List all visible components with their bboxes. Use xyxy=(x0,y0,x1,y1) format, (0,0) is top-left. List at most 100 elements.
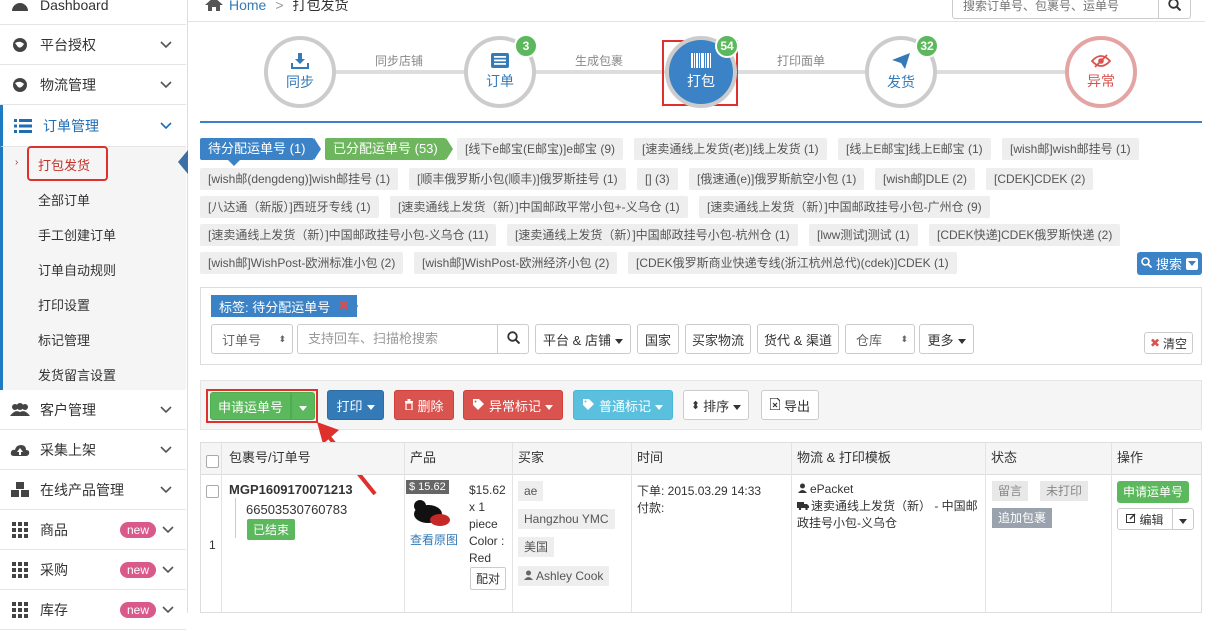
pay-time: 付款: xyxy=(637,501,665,515)
sidebar-item-purchase[interactable]: 采购 new xyxy=(0,550,186,590)
step-ship[interactable]: 发货 32 xyxy=(865,34,939,108)
th-product: 产品 xyxy=(410,450,437,465)
active-highlight-box xyxy=(27,146,108,181)
tag-channel-filter[interactable]: [] (3) xyxy=(637,168,678,190)
chevron-down-icon xyxy=(160,118,178,133)
apply-waybill-dropdown[interactable] xyxy=(291,392,315,420)
sidebar-item-order-mgmt[interactable]: 订单管理 xyxy=(0,105,186,147)
platform-store-dropdown[interactable]: 平台 & 店铺 xyxy=(535,324,631,354)
abnormal-mark-dropdown[interactable]: 异常标记 xyxy=(463,390,563,420)
submenu-manual-create[interactable]: 手工创建订单 xyxy=(3,217,189,252)
tag-channel-filter[interactable]: [CDEK俄罗斯商业快递专线(浙江杭州总代)(cdek)]CDEK (1) xyxy=(628,252,957,274)
tag-pending-waybill[interactable]: 待分配运单号 (1) xyxy=(200,138,314,160)
tag-channel-filter[interactable]: [lww测试]测试 (1) xyxy=(809,224,918,246)
sidebar-item-goods[interactable]: 商品 new xyxy=(0,510,186,550)
sidebar-item-logistics[interactable]: 物流管理 xyxy=(0,65,186,105)
tag-channel-filter[interactable]: [线上E邮宝]线上E邮宝 (1) xyxy=(838,138,991,160)
tag-channel-filter[interactable]: [俄速通(e)]俄罗斯航空小包 (1) xyxy=(689,168,865,190)
sidebar-item-customer[interactable]: 客户管理 xyxy=(0,390,186,430)
more-dropdown[interactable]: 更多 xyxy=(919,324,974,354)
row-checkbox[interactable] xyxy=(206,485,219,498)
submenu-ship-message[interactable]: 发货留言设置 xyxy=(3,357,189,392)
row-edit-dropdown[interactable] xyxy=(1172,508,1194,530)
search-icon xyxy=(1168,0,1182,14)
export-button[interactable]: 导出 xyxy=(761,390,819,420)
tag-channel-filter[interactable]: [wish邮]DLE (2) xyxy=(875,168,976,190)
sidebar-item-platform-auth[interactable]: 平台授权 xyxy=(0,25,186,65)
tag-channel-filter[interactable]: [线下e邮宝(E邮宝)]e邮宝 (9) xyxy=(457,138,624,160)
product-image[interactable]: $ 15.62 xyxy=(406,480,456,528)
order-number[interactable]: 66503530760783 xyxy=(246,502,347,517)
tag-channel-filter[interactable]: [八达通（新版）]西班牙专线 (1) xyxy=(200,196,379,218)
tag-channel-filter[interactable]: [顺丰俄罗斯小包(顺丰)]俄罗斯挂号 (1) xyxy=(409,168,626,190)
row-edit-button[interactable]: 编辑 xyxy=(1117,508,1173,530)
tag-channel-filter[interactable]: [速卖通线上发货（新）]中国邮政平常小包+-义乌仓 (1) xyxy=(390,196,688,218)
order-no-select[interactable]: 订单号 ⬍ xyxy=(211,324,293,354)
steps-divider xyxy=(200,121,1202,123)
country-button[interactable]: 国家 xyxy=(637,324,679,354)
forwarder-channel-button[interactable]: 货代 & 渠道 xyxy=(757,324,839,354)
tag-channel-filter[interactable]: [wish邮]wish邮挂号 (1) xyxy=(1002,138,1139,160)
table-header xyxy=(201,443,1201,475)
step-sync[interactable]: 同步 xyxy=(264,36,336,108)
add-package-tag[interactable]: 追加包裹 xyxy=(992,508,1053,528)
tag-channel-filter[interactable]: [wish邮]WishPost-欧洲标准小包 (2) xyxy=(200,252,404,274)
breadcrumb-current: 打包发货 xyxy=(292,0,349,13)
sidebar-item-stock[interactable]: 库存 new xyxy=(0,590,186,630)
tag-arrow xyxy=(314,138,321,160)
order-status-badge: 已结束 xyxy=(247,519,296,540)
tag-channel-filter[interactable]: [速卖通线上发货(老)]线上发货 (1) xyxy=(634,138,827,160)
tag-channel-filter[interactable]: [速卖通线上发货（新）]中国邮政挂号小包-义乌仓 (11) xyxy=(200,224,497,246)
barcode-icon xyxy=(691,53,711,71)
row-apply-waybill-button[interactable]: 申请运单号 xyxy=(1117,481,1190,503)
buyer-logistics-button[interactable]: 买家物流 xyxy=(685,324,751,354)
search-button[interactable] xyxy=(1158,0,1190,18)
global-search-input[interactable] xyxy=(953,0,1158,18)
new-badge: new xyxy=(119,601,156,618)
remove-tag-icon[interactable]: ✖ xyxy=(338,298,349,314)
sidebar-item-online-product[interactable]: 在线产品管理 xyxy=(0,470,186,510)
match-button[interactable]: 配对 xyxy=(470,567,507,590)
step-pack[interactable]: 打包 54 xyxy=(665,34,739,108)
print-dropdown[interactable]: 打印 xyxy=(327,390,384,420)
breadcrumb: Home > 打包发货 xyxy=(205,0,349,15)
tag-channel-filter[interactable]: [wish邮(dengdeng)]wish邮挂号 (1) xyxy=(200,168,399,190)
view-original-image-link[interactable]: 查看原图 xyxy=(410,531,458,548)
step-order[interactable]: 订单 3 xyxy=(464,34,538,108)
top-bar: Home > 打包发货 xyxy=(188,0,1205,22)
tag-assigned-waybill[interactable]: 已分配运单号 (53) xyxy=(325,138,446,160)
tag-channel-filter[interactable]: [CDEK]CDEK (2) xyxy=(986,168,1094,190)
tag-channel-filter[interactable]: [wish邮]WishPost-欧洲经济小包 (2) xyxy=(414,252,618,274)
search-toggle-button[interactable]: 搜索 xyxy=(1137,252,1202,275)
submenu-print-settings[interactable]: 打印设置 xyxy=(3,287,189,322)
filter-search-button[interactable] xyxy=(497,324,529,354)
th-buyer: 买家 xyxy=(518,450,545,465)
sidebar: Dashboard 平台授权 物流管理 订单管理 › 打包发货 全部订单 手工创建… xyxy=(0,0,188,630)
chevron-down-icon xyxy=(160,442,178,457)
new-badge: new xyxy=(119,561,156,578)
order-submenu: › 打包发货 全部订单 手工创建订单 订单自动规则 打印设置 标记管理 发货留言设… xyxy=(0,147,186,390)
sort-dropdown[interactable]: ⬍ 排序 xyxy=(683,390,749,420)
col-divider xyxy=(512,443,513,613)
submenu-all-orders[interactable]: 全部订单 xyxy=(3,182,189,217)
sidebar-item-collect[interactable]: 采集上架 xyxy=(0,430,186,470)
normal-mark-dropdown[interactable]: 普通标记 xyxy=(573,390,673,420)
apply-waybill-button[interactable]: 申请运单号 xyxy=(210,392,291,420)
globe-icon xyxy=(10,37,30,53)
select-all-checkbox[interactable] xyxy=(206,455,219,468)
buyer-tag: Hangzhou YMC xyxy=(518,509,615,529)
tag-channel-filter[interactable]: [速卖通线上发货（新）]中国邮政挂号小包-杭州仓 (1) xyxy=(507,224,798,246)
tag-channel-filter[interactable]: [速卖通线上发货（新）]中国邮政挂号小包-广州仓 (9) xyxy=(699,196,990,218)
tag-channel-filter[interactable]: [CDEK快递]CDEK俄罗斯快递 (2) xyxy=(929,224,1121,246)
sidebar-item-dashboard[interactable]: Dashboard xyxy=(0,0,186,25)
warehouse-select[interactable]: 仓库 ⬍ xyxy=(845,324,915,354)
step-abnormal[interactable]: 异常 xyxy=(1065,36,1137,108)
filter-search-input[interactable]: 支持回车、扫描枪搜索 xyxy=(297,324,498,354)
submenu-tag-mgmt[interactable]: 标记管理 xyxy=(3,322,189,357)
clear-filter-button[interactable]: ✖ 清空 xyxy=(1144,332,1193,354)
breadcrumb-home-link[interactable]: Home xyxy=(229,0,266,13)
col-divider xyxy=(631,443,632,613)
submenu-auto-rules[interactable]: 订单自动规则 xyxy=(3,252,189,287)
delete-button[interactable]: 删除 xyxy=(394,390,454,420)
filter-panel: 标签: 待分配运单号 ✖ 订单号 ⬍ 支持回车、扫描枪搜索 平台 & 店铺 国家 … xyxy=(200,287,1202,365)
